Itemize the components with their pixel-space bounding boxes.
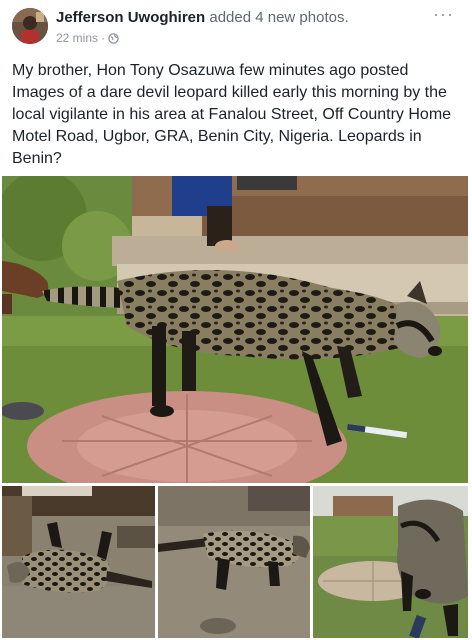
more-options-icon[interactable]: ··· [433, 4, 454, 25]
civet-photo-4 [313, 486, 468, 638]
facebook-post-card: Jefferson Uwoghiren added 4 new photos. … [0, 0, 472, 640]
post-photo-thumbnail-1[interactable] [2, 486, 155, 638]
post-timestamp[interactable]: 22 mins [56, 31, 98, 46]
author-avatar[interactable] [12, 8, 48, 44]
author-name[interactable]: Jefferson Uwoghiren [56, 9, 205, 26]
post-photo-main[interactable] [2, 176, 468, 483]
post-meta: 22 mins · [56, 31, 119, 46]
avatar-image [12, 8, 48, 44]
post-action: added 4 new photos. [209, 9, 349, 26]
post-photo-thumbnail-3[interactable] [313, 486, 468, 638]
meta-separator: · [101, 31, 106, 45]
post-header: Jefferson Uwoghiren added 4 new photos. … [0, 0, 472, 56]
civet-photo-main [2, 176, 468, 483]
civet-photo-3 [158, 486, 310, 638]
post-title-line: Jefferson Uwoghiren added 4 new photos. [56, 9, 349, 27]
globe-icon [108, 33, 119, 44]
post-photo-thumbnail-2[interactable] [158, 486, 310, 638]
civet-photo-2 [2, 486, 155, 638]
post-body-text: My brother, Hon Tony Osazuwa few minutes… [12, 62, 452, 167]
